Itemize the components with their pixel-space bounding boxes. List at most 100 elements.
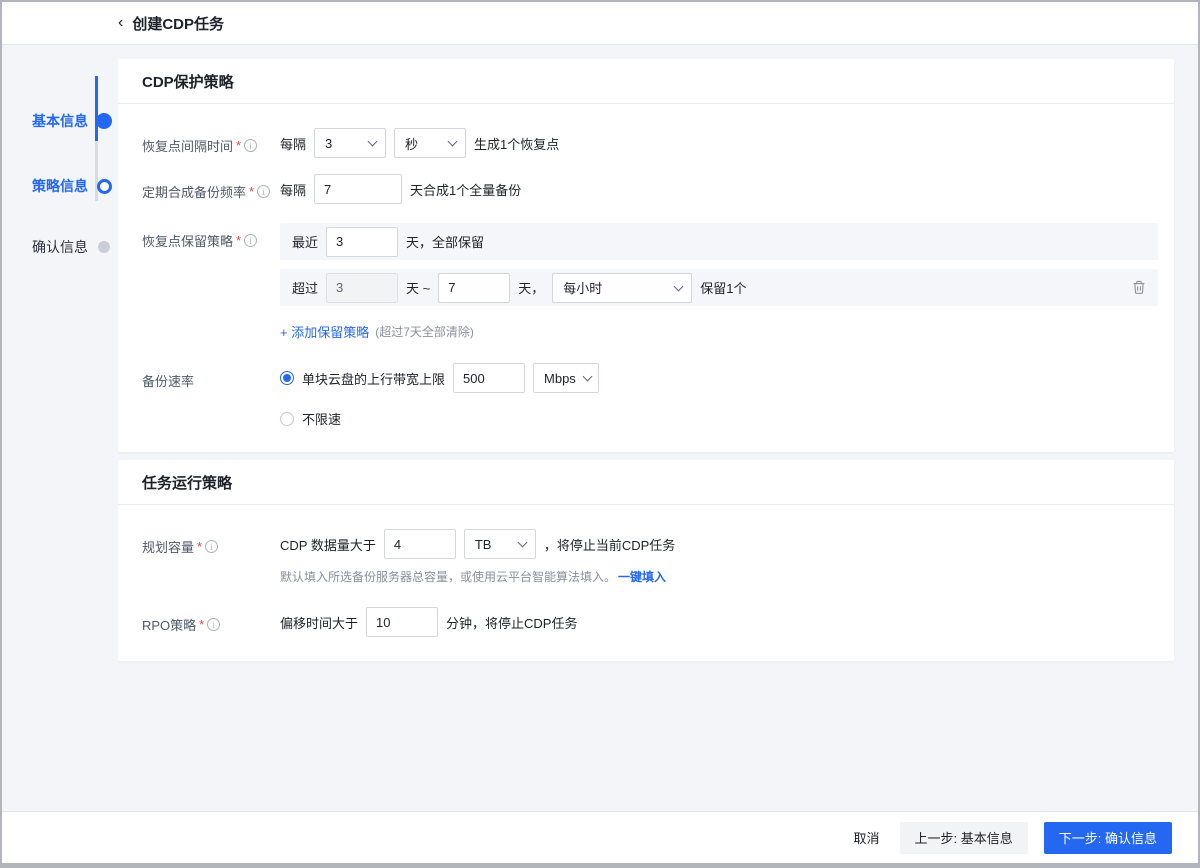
rpo-minutes-input[interactable] — [366, 607, 438, 637]
bandwidth-unit-select[interactable]: Mbps — [533, 363, 599, 393]
label-text: 恢复点间隔时间 — [142, 136, 233, 155]
step-label: 基本信息 — [32, 111, 88, 131]
card-title: CDP保护策略 — [142, 71, 234, 92]
stepper-step-confirm-info[interactable]: 确认信息 — [32, 237, 112, 257]
add-retention-row: + 添加保留策略 (超过7天全部清除) — [280, 322, 1158, 341]
capacity-unit-select[interactable]: TB — [464, 529, 536, 559]
select-value: Mbps — [544, 371, 576, 386]
planned-capacity-row: 规划容量 * CDP 数据量大于 TB — [142, 529, 1158, 585]
prefix-text: 最近 — [292, 232, 318, 251]
capacity-helper-row: 默认填入所选备份服务器总容量，或使用云平台智能算法填入。 一键填入 — [280, 568, 1158, 585]
card-header: 任务运行策略 — [118, 460, 1174, 505]
card-body: 恢复点间隔时间 * 每隔 3 — [118, 104, 1174, 452]
field-control: CDP 数据量大于 TB ，将停止当前CDP任务 默认填入所选备份服务器总容量，… — [280, 529, 1158, 585]
info-icon[interactable] — [207, 618, 220, 631]
info-icon[interactable] — [244, 234, 257, 247]
label-text: 定期合成备份频率 — [142, 182, 246, 201]
over-to-days-input[interactable] — [438, 273, 510, 303]
helper-text: 默认填入所选备份服务器总容量，或使用云平台智能算法填入。 — [280, 568, 616, 585]
field-label-retention-policy: 恢复点保留策略 * — [142, 223, 280, 250]
task-running-policy-card: 任务运行策略 规划容量 * CDP 数据量大于 — [118, 460, 1174, 661]
retention-over-rule-row: 超过 天 ~ 天， 每小时 保留1个 — [280, 269, 1158, 306]
chevron-down-icon — [517, 538, 527, 548]
create-cdp-task-page: ‹ 创建CDP任务 基本信息 策略信息 确认信息 — [0, 0, 1200, 868]
option-label: 不限速 — [302, 409, 341, 428]
card-title: 任务运行策略 — [142, 472, 232, 493]
suffix-text: 分钟，将停止CDP任务 — [446, 613, 577, 632]
retention-policy-row: 恢复点保留策略 * 最近 天，全部保留 超过 — [142, 223, 1158, 341]
suffix-text: 保留1个 — [700, 278, 746, 297]
interval-unit-select[interactable]: 秒 — [394, 128, 466, 158]
required-asterisk: * — [249, 184, 254, 199]
rate-unlimited-option-row: 不限速 — [280, 409, 1158, 428]
capacity-value-input[interactable] — [384, 529, 456, 559]
cancel-button[interactable]: 取消 — [850, 822, 884, 854]
mid-text: 天 ~ — [406, 278, 430, 297]
wizard-stepper: 基本信息 策略信息 确认信息 — [2, 45, 118, 811]
info-icon[interactable] — [244, 139, 257, 152]
suffix-text: ，将停止当前CDP任务 — [544, 535, 675, 554]
label-text: 备份速率 — [142, 371, 194, 390]
field-label-synthetic-frequency: 定期合成备份频率 * — [142, 174, 280, 201]
field-control: 每隔 3 秒 生成1个恢复点 — [280, 128, 1158, 158]
prefix-text: 偏移时间大于 — [280, 613, 358, 632]
trash-icon — [1132, 280, 1146, 295]
field-label-backup-rate: 备份速率 — [142, 363, 280, 390]
card-body: 规划容量 * CDP 数据量大于 TB — [118, 505, 1174, 661]
recent-days-input[interactable] — [326, 227, 398, 257]
required-asterisk: * — [197, 539, 202, 554]
add-retention-policy-link[interactable]: + 添加保留策略 — [280, 322, 369, 341]
over-from-days-input[interactable] — [326, 273, 398, 303]
bandwidth-limit-input[interactable] — [453, 363, 525, 393]
option-label: 单块云盘的上行带宽上限 — [302, 369, 445, 388]
frequency-days-input[interactable] — [314, 174, 402, 204]
step-done-icon — [96, 113, 112, 129]
required-asterisk: * — [199, 617, 204, 632]
label-text: 恢复点保留策略 — [142, 231, 233, 250]
stepper-track-done — [95, 76, 98, 141]
backup-rate-row: 备份速率 单块云盘的上行带宽上限 Mbps — [142, 363, 1158, 428]
main-area: CDP保护策略 恢复点间隔时间 * 每隔 — [118, 45, 1198, 811]
synthetic-frequency-row: 定期合成备份频率 * 每隔 天合成1个全量备份 — [142, 174, 1158, 204]
select-value: 3 — [325, 136, 332, 151]
required-asterisk: * — [236, 233, 241, 248]
step-current-icon — [96, 178, 112, 194]
cdp-protection-policy-card: CDP保护策略 恢复点间隔时间 * 每隔 — [118, 59, 1174, 452]
radio-unselected-icon[interactable] — [280, 412, 294, 426]
suffix-text: 天合成1个全量备份 — [410, 180, 521, 199]
field-control: 偏移时间大于 分钟，将停止CDP任务 — [280, 607, 1158, 637]
step-label: 确认信息 — [32, 237, 88, 257]
rate-limit-option-row: 单块云盘的上行带宽上限 Mbps — [280, 363, 1158, 393]
radio-selected-icon[interactable] — [280, 371, 294, 385]
select-value: 每小时 — [563, 278, 602, 297]
prev-step-button[interactable]: 上一步: 基本信息 — [900, 822, 1028, 854]
field-label-rpo-policy: RPO策略 * — [142, 607, 280, 634]
field-control: 每隔 天合成1个全量备份 — [280, 174, 1158, 204]
prefix-text: 每隔 — [280, 180, 306, 199]
prefix-text: 每隔 — [280, 134, 306, 153]
step-label: 策略信息 — [32, 176, 88, 196]
field-control: 单块云盘的上行带宽上限 Mbps 不限速 — [280, 363, 1158, 428]
info-icon[interactable] — [257, 185, 270, 198]
recovery-interval-row: 恢复点间隔时间 * 每隔 3 — [142, 128, 1158, 158]
suffix-text: 生成1个恢复点 — [474, 134, 559, 153]
delete-rule-button[interactable] — [1132, 280, 1146, 295]
one-click-fill-link[interactable]: 一键填入 — [618, 568, 666, 585]
field-label-recovery-interval: 恢复点间隔时间 * — [142, 128, 280, 155]
page-header: ‹ 创建CDP任务 — [2, 2, 1198, 45]
chevron-down-icon — [582, 372, 592, 382]
chevron-down-icon — [368, 137, 378, 147]
back-icon[interactable]: ‹ — [118, 15, 123, 31]
retention-recent-rule-row: 最近 天，全部保留 — [280, 223, 1158, 260]
retention-frequency-select[interactable]: 每小时 — [552, 273, 692, 303]
info-icon[interactable] — [205, 540, 218, 553]
stepper-step-policy-info[interactable]: 策略信息 — [32, 176, 112, 196]
page-body: 基本信息 策略信息 确认信息 CDP保护策略 — [2, 45, 1198, 811]
prefix-text: 超过 — [292, 278, 318, 297]
interval-value-select[interactable]: 3 — [314, 128, 386, 158]
suffix-text: 天，全部保留 — [406, 232, 484, 251]
select-value: TB — [475, 537, 492, 552]
next-step-button[interactable]: 下一步: 确认信息 — [1044, 822, 1172, 854]
retention-note: (超过7天全部清除) — [375, 323, 474, 340]
stepper-step-basic-info[interactable]: 基本信息 — [32, 111, 112, 131]
